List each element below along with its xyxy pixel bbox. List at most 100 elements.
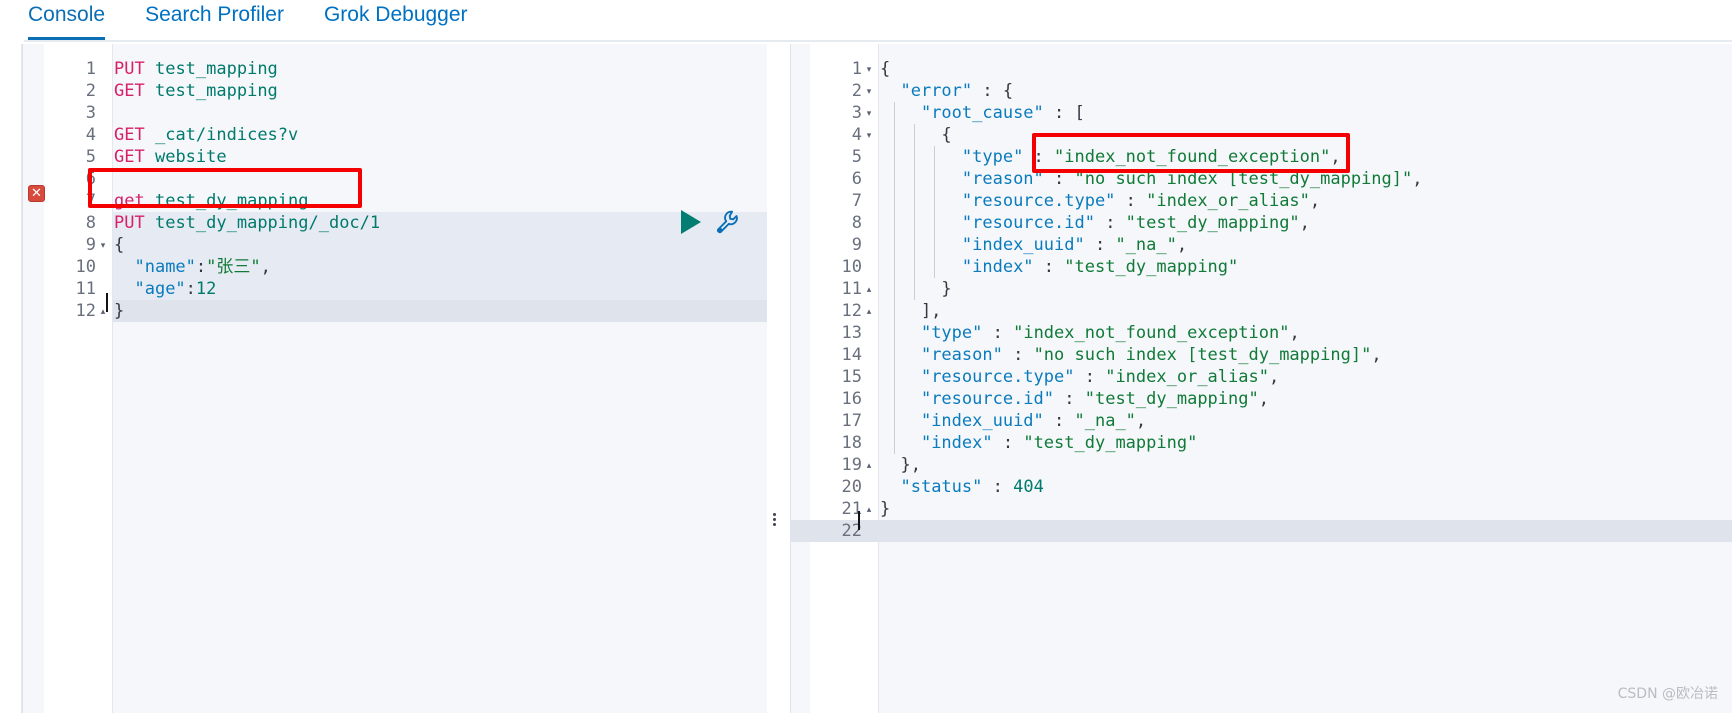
- line-number: 1: [85, 59, 96, 79]
- line-number: 19: [841, 455, 862, 475]
- indent-guide: [894, 102, 895, 124]
- code-line[interactable]: PUT test_mapping: [114, 58, 380, 80]
- code-token: ,: [1309, 191, 1321, 211]
- code-line[interactable]: {: [114, 234, 380, 256]
- code-line[interactable]: GET test_mapping: [114, 80, 380, 102]
- code-token: }: [880, 279, 952, 299]
- line-number: 8: [85, 213, 96, 233]
- indent-guide: [894, 366, 895, 388]
- send-request-play-icon[interactable]: [681, 210, 701, 234]
- code-line[interactable]: "resource.id" : "test_dy_mapping",: [880, 212, 1423, 234]
- code-line[interactable]: "resource.type" : "index_or_alias",: [880, 366, 1423, 388]
- indent-guide: [894, 256, 895, 278]
- line-number: 13: [841, 323, 862, 343]
- code-token: test_dy_mapping/_doc/1: [154, 213, 381, 233]
- code-line[interactable]: }: [880, 278, 1423, 300]
- indent-guide: [894, 322, 895, 344]
- code-line[interactable]: [114, 102, 380, 124]
- editor-left-rail: [0, 44, 22, 713]
- line-number: 20: [841, 477, 862, 497]
- response-resize-handle[interactable]: [771, 511, 777, 533]
- line-number: 10: [75, 257, 96, 277]
- code-line[interactable]: PUT test_dy_mapping/_doc/1: [114, 212, 380, 234]
- code-line[interactable]: "reason" : "no such index [test_dy_mappi…: [880, 168, 1423, 190]
- tab-grok-debugger[interactable]: Grok Debugger: [304, 0, 488, 40]
- code-line[interactable]: }: [880, 498, 1423, 520]
- code-line[interactable]: "status" : 404: [880, 476, 1423, 498]
- fold-toggle-icon[interactable]: ▾: [98, 234, 108, 256]
- code-line[interactable]: "index_uuid" : "_na_",: [880, 410, 1423, 432]
- line-number: 12: [841, 301, 862, 321]
- request-editor-pane[interactable]: PUT test_mapping GET test_mapping GET _ca…: [22, 44, 767, 713]
- code-line[interactable]: [880, 520, 1423, 542]
- code-line[interactable]: {: [880, 58, 1423, 80]
- tab-console[interactable]: Console: [24, 0, 125, 40]
- code-token: :: [185, 279, 196, 299]
- indent-guide: [914, 124, 915, 146]
- code-line[interactable]: }: [114, 300, 380, 322]
- indent-guide: [934, 212, 935, 234]
- code-line[interactable]: "reason" : "no such index [test_dy_mappi…: [880, 344, 1423, 366]
- code-line[interactable]: {: [880, 124, 1423, 146]
- code-token: ,: [1289, 323, 1300, 343]
- line-number: 7: [85, 191, 96, 211]
- fold-toggle-icon[interactable]: ▾: [864, 58, 874, 80]
- request-editor-code[interactable]: PUT test_mapping GET test_mapping GET _ca…: [114, 58, 380, 322]
- tab-search-profiler[interactable]: Search Profiler: [125, 0, 304, 40]
- wrench-icon[interactable]: [714, 208, 742, 241]
- fold-toggle-icon[interactable]: ▾: [864, 80, 874, 102]
- code-line[interactable]: "type" : "index_not_found_exception",: [880, 146, 1423, 168]
- fold-toggle-icon[interactable]: ▴: [864, 498, 874, 520]
- indent-guide: [914, 190, 915, 212]
- code-line[interactable]: "resource.type" : "index_or_alias",: [880, 190, 1423, 212]
- code-token: }: [880, 499, 891, 519]
- code-token: "test_dy_mapping": [1084, 389, 1259, 409]
- code-line[interactable]: "index_uuid" : "_na_",: [880, 234, 1423, 256]
- code-token: }: [114, 301, 125, 321]
- code-line[interactable]: "age":12: [114, 278, 380, 300]
- code-line[interactable]: [114, 168, 380, 190]
- fold-toggle-icon[interactable]: ▾: [864, 124, 874, 146]
- fold-toggle-icon[interactable]: ▴: [864, 300, 874, 322]
- tab-console-label: Console: [28, 3, 106, 26]
- response-editor-pane[interactable]: { "error" : { "root_cause" : [ { "type" …: [790, 44, 1732, 713]
- code-token: "resource.type": [920, 367, 1075, 387]
- response-text-caret: [858, 511, 860, 530]
- code-token: :: [992, 433, 1024, 453]
- error-marker-icon[interactable]: ✕: [28, 185, 45, 202]
- code-token: 张三: [216, 257, 251, 277]
- line-number: 3: [851, 103, 862, 123]
- code-line[interactable]: "index" : "test_dy_mapping": [880, 256, 1423, 278]
- indent-guide: [894, 190, 895, 212]
- code-line[interactable]: "type" : "index_not_found_exception",: [880, 322, 1423, 344]
- fold-toggle-icon[interactable]: ▾: [864, 102, 874, 124]
- code-token: :: [1084, 235, 1116, 255]
- code-token: "index_or_alias": [1105, 367, 1269, 387]
- code-line[interactable]: get test_dy_mapping: [114, 190, 380, 212]
- fold-toggle-icon[interactable]: ▴: [864, 278, 874, 300]
- code-token: "error": [900, 81, 973, 101]
- code-token: PUT: [114, 59, 145, 79]
- code-line[interactable]: "name":"张三",: [114, 256, 380, 278]
- line-number: 4: [85, 125, 96, 145]
- code-line[interactable]: ],: [880, 300, 1423, 322]
- code-token: "resource.id": [920, 389, 1055, 409]
- indent-guide: [934, 234, 935, 256]
- code-line[interactable]: "resource.id" : "test_dy_mapping",: [880, 388, 1423, 410]
- fold-toggle-icon[interactable]: ▴: [864, 454, 874, 476]
- code-line[interactable]: "error" : {: [880, 80, 1423, 102]
- code-line[interactable]: GET _cat/indices?v: [114, 124, 380, 146]
- code-line[interactable]: "root_cause" : [: [880, 102, 1423, 124]
- code-line[interactable]: "index" : "test_dy_mapping": [880, 432, 1423, 454]
- code-token: "index_not_found_exception": [1054, 147, 1331, 167]
- code-line[interactable]: },: [880, 454, 1423, 476]
- code-line[interactable]: GET website: [114, 146, 380, 168]
- response-editor-code[interactable]: { "error" : { "root_cause" : [ { "type" …: [880, 58, 1423, 542]
